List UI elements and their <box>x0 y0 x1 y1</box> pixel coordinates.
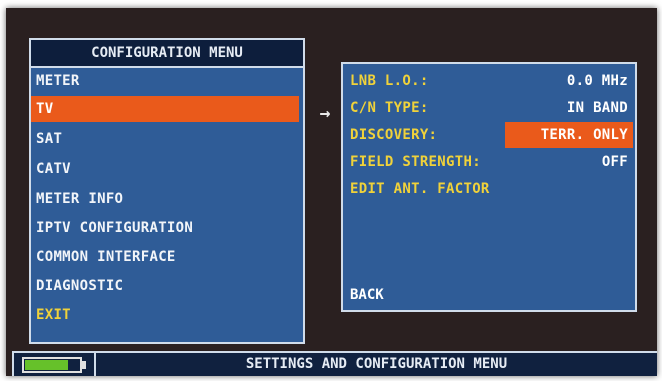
battery-icon <box>22 357 82 373</box>
submenu-row-lnb-lo[interactable]: LNB L.O.: 0.0 MHz <box>343 68 635 94</box>
submenu-row-field-strength[interactable]: FIELD STRENGTH: OFF <box>343 149 635 175</box>
edit-ant-factor-label: EDIT ANT. FACTOR <box>350 181 490 197</box>
lnb-lo-label: LNB L.O.: <box>350 73 429 89</box>
menu-item-meter-info[interactable]: METER INFO <box>31 186 299 212</box>
status-text: SETTINGS AND CONFIGURATION MENU <box>94 353 657 376</box>
cn-type-label: C/N TYPE: <box>350 100 429 116</box>
menu-item-sat[interactable]: SAT <box>31 126 299 152</box>
device-screen: CONFIGURATION MENU METER TV SAT CATV MET… <box>6 8 657 376</box>
discovery-label: DISCOVERY: <box>350 127 438 143</box>
battery-tip <box>82 361 86 369</box>
tv-submenu: LNB L.O.: 0.0 MHz C/N TYPE: IN BAND DISC… <box>341 62 637 312</box>
configuration-menu-title: CONFIGURATION MENU <box>31 40 303 68</box>
field-strength-label: FIELD STRENGTH: <box>350 154 481 170</box>
menu-item-exit[interactable]: EXIT <box>31 302 299 328</box>
cn-type-value: IN BAND <box>566 100 628 116</box>
configuration-menu: CONFIGURATION MENU METER TV SAT CATV MET… <box>29 38 305 344</box>
status-bar: SETTINGS AND CONFIGURATION MENU <box>12 351 657 376</box>
field-strength-value: OFF <box>601 154 628 170</box>
submenu-back[interactable]: BACK <box>343 282 635 308</box>
submenu-row-edit-ant-factor[interactable]: EDIT ANT. FACTOR <box>343 176 635 202</box>
back-label: BACK <box>350 287 384 303</box>
menu-item-diagnostic[interactable]: DIAGNOSTIC <box>31 273 299 299</box>
menu-item-catv[interactable]: CATV <box>31 156 299 182</box>
submenu-row-discovery[interactable]: DISCOVERY: TERR. ONLY <box>343 122 635 148</box>
battery-level-fill <box>25 360 68 370</box>
menu-item-tv[interactable]: TV <box>31 96 299 122</box>
menu-item-iptv-configuration[interactable]: IPTV CONFIGURATION <box>31 215 299 241</box>
lnb-lo-value: 0.0 MHz <box>566 73 628 89</box>
menu-item-common-interface[interactable]: COMMON INTERFACE <box>31 244 299 270</box>
menu-item-meter[interactable]: METER <box>31 68 299 94</box>
submenu-row-cn-type[interactable]: C/N TYPE: IN BAND <box>343 95 635 121</box>
discovery-value[interactable]: TERR. ONLY <box>505 122 633 148</box>
right-arrow-icon: → <box>319 103 331 124</box>
